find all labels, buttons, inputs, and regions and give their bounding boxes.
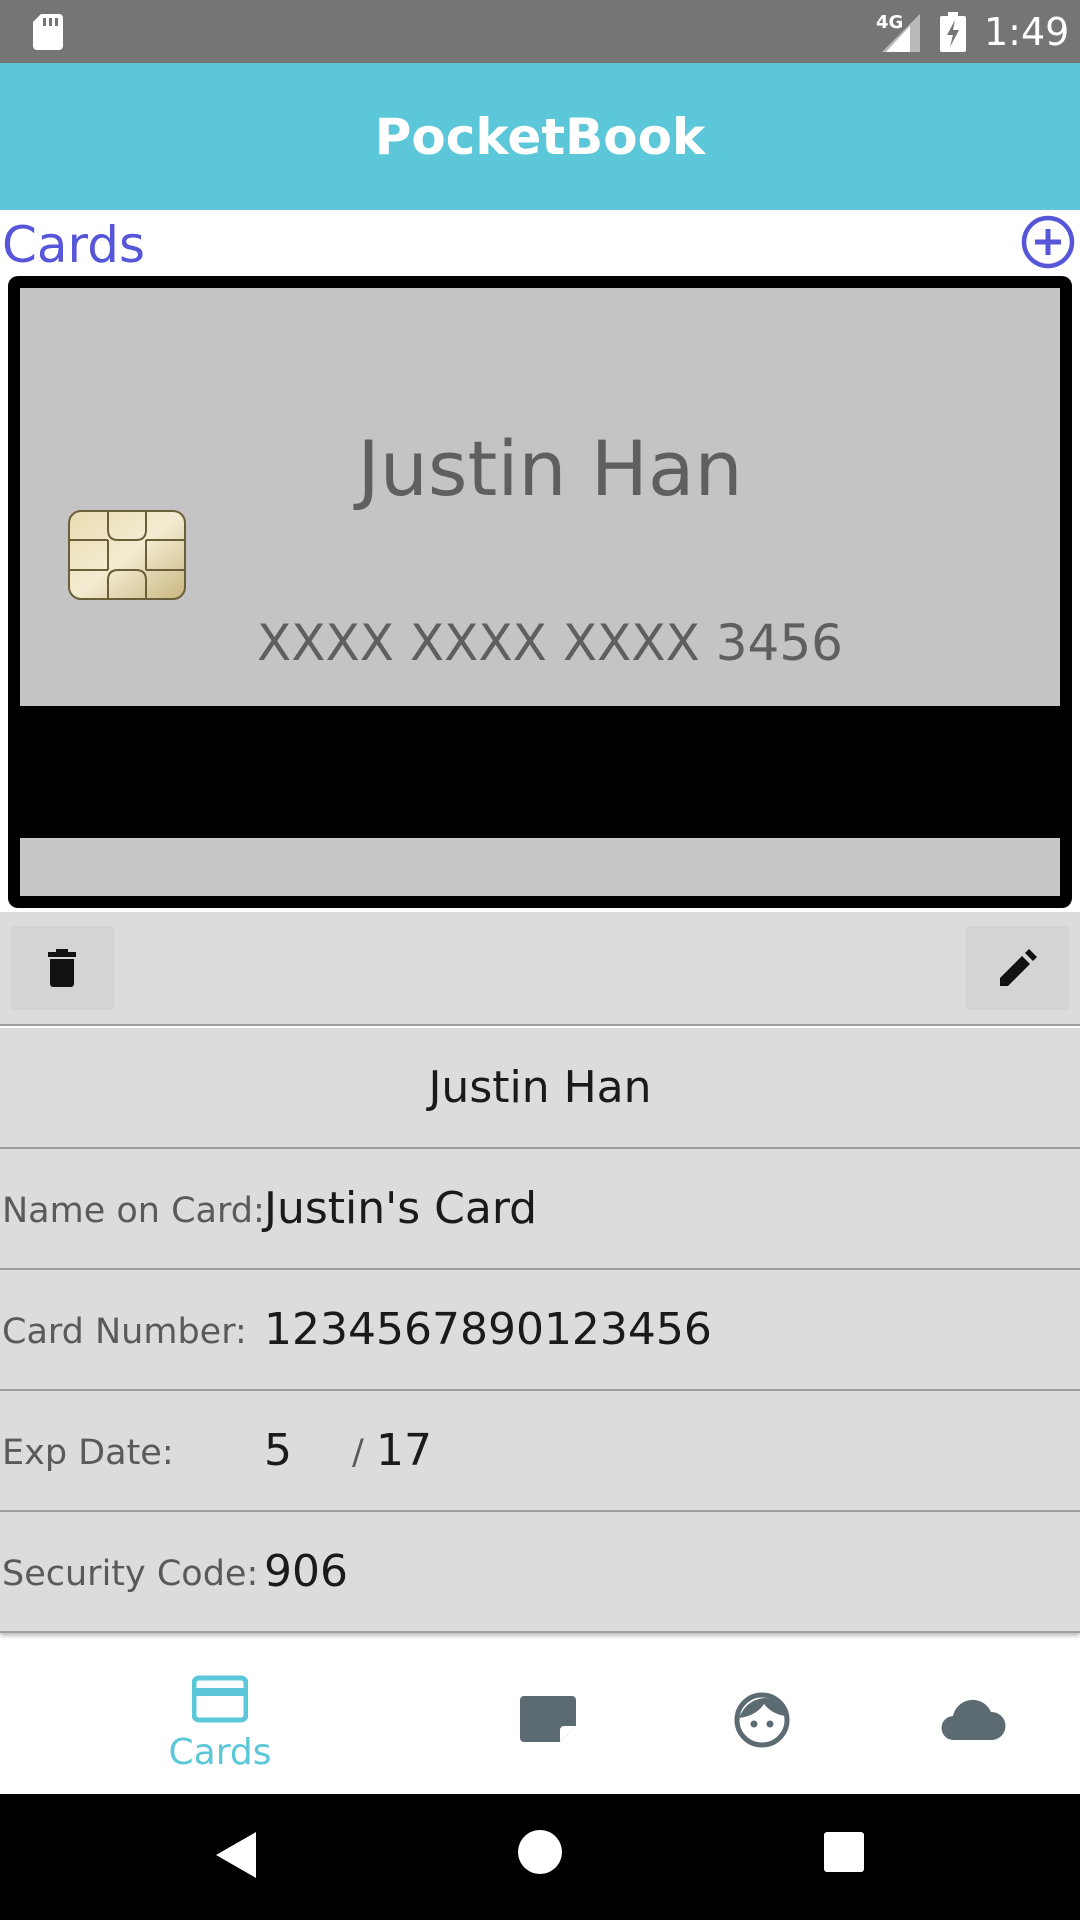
exp-date-row: Exp Date: 5 / 17 bbox=[0, 1391, 1080, 1512]
recent-apps-icon[interactable] bbox=[824, 1832, 864, 1872]
bottom-navigation: Cards bbox=[0, 1646, 1080, 1794]
exp-date-label: Exp Date: bbox=[2, 1433, 174, 1473]
name-on-card-label: Name on Card: bbox=[2, 1191, 265, 1231]
trash-icon bbox=[48, 949, 76, 987]
exp-year-value[interactable]: 17 bbox=[376, 1425, 432, 1476]
exp-month-value[interactable]: 5 bbox=[264, 1425, 292, 1476]
battery-charging-icon bbox=[940, 12, 966, 52]
nav-item-notes[interactable] bbox=[510, 1646, 586, 1794]
card-number-label: Card Number: bbox=[2, 1312, 247, 1352]
nav-cards-label: Cards bbox=[168, 1732, 272, 1773]
card-title: Justin Han bbox=[428, 1062, 652, 1113]
chip-icon bbox=[68, 510, 186, 600]
app-title: PocketBook bbox=[374, 108, 706, 166]
card-preview[interactable]: Justin Han XXXX XXXX XXXX 3456 bbox=[8, 276, 1072, 908]
card-actions-row bbox=[0, 912, 1080, 1026]
note-icon bbox=[520, 1696, 576, 1742]
status-bar: 4G 1:49 bbox=[0, 0, 1080, 63]
card-number-row: Card Number: 1234567890123456 bbox=[0, 1270, 1080, 1391]
card-masked-number: XXXX XXXX XXXX 3456 bbox=[257, 614, 843, 672]
detail-title-row: Justin Han bbox=[0, 1028, 1080, 1149]
card-details: Justin Han Name on Card: Justin's Card C… bbox=[0, 1028, 1080, 1633]
system-navigation-bar bbox=[0, 1794, 1080, 1920]
nav-item-cards[interactable]: Cards bbox=[150, 1646, 290, 1794]
back-icon[interactable] bbox=[214, 1830, 258, 1880]
credit-card-icon bbox=[192, 1675, 248, 1723]
security-code-label: Security Code: bbox=[2, 1554, 259, 1594]
security-code-row: Security Code: 906 bbox=[0, 1512, 1080, 1633]
section-title: Cards bbox=[2, 216, 146, 274]
signal-icon bbox=[882, 14, 920, 52]
edit-button[interactable] bbox=[966, 926, 1070, 1010]
exp-date-separator: / bbox=[352, 1433, 364, 1473]
add-card-button[interactable] bbox=[1020, 214, 1076, 270]
card-holder-name: Justin Han bbox=[357, 424, 743, 513]
cloud-icon bbox=[941, 1699, 1006, 1741]
name-on-card-value[interactable]: Justin's Card bbox=[264, 1183, 537, 1234]
pencil-icon bbox=[1000, 949, 1037, 986]
face-icon bbox=[734, 1692, 790, 1748]
app-bar: PocketBook bbox=[0, 63, 1080, 210]
nav-item-cloud[interactable] bbox=[936, 1646, 1016, 1794]
home-icon[interactable] bbox=[518, 1830, 562, 1874]
clock: 1:49 bbox=[984, 10, 1070, 54]
sd-card-icon bbox=[33, 14, 63, 50]
delete-button[interactable] bbox=[10, 926, 114, 1010]
nav-item-profile[interactable] bbox=[724, 1646, 800, 1794]
card-number-value[interactable]: 1234567890123456 bbox=[264, 1304, 712, 1355]
name-on-card-row: Name on Card: Justin's Card bbox=[0, 1149, 1080, 1270]
card-signature-strip bbox=[20, 838, 1060, 896]
security-code-value[interactable]: 906 bbox=[264, 1546, 348, 1597]
